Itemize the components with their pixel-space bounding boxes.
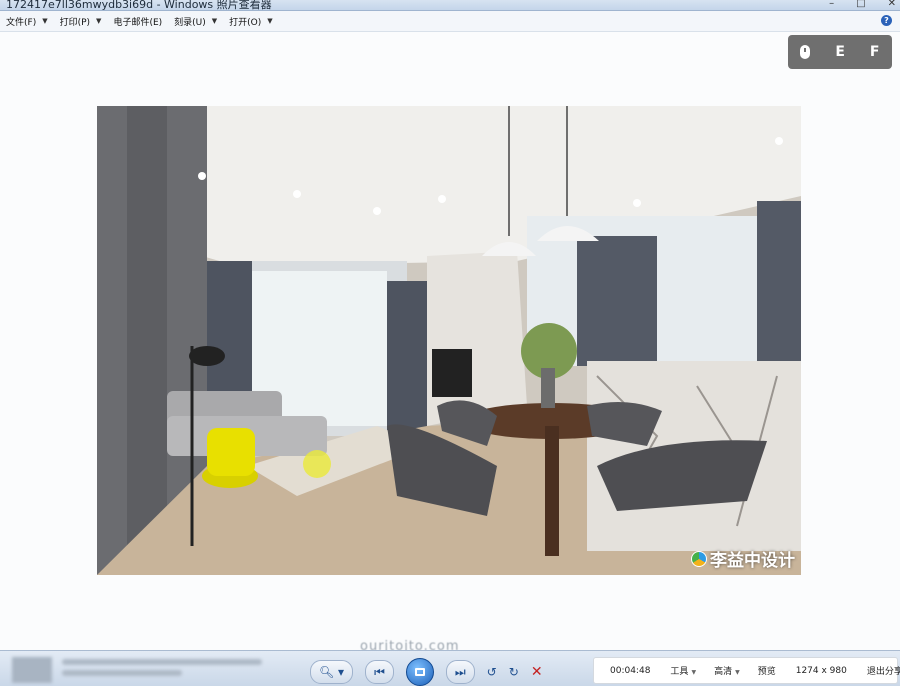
zoom-icon: 🔍︎ ▾ xyxy=(319,665,345,679)
designer-logo-icon xyxy=(691,550,707,567)
rotate-right-icon: ↻ xyxy=(508,665,519,679)
key-f: F xyxy=(869,44,880,60)
menu-open-label: 打开(O) xyxy=(229,17,262,28)
quality-label: 高清 xyxy=(714,667,733,677)
chevron-down-icon: ▼ xyxy=(42,17,48,25)
blurred-info-text xyxy=(62,659,272,681)
rotate-left-icon: ↺ xyxy=(486,665,497,679)
delete-button[interactable]: ✕ xyxy=(531,661,543,683)
menu-open[interactable]: 打开(O) ▼ xyxy=(223,11,279,31)
title-bar: 172417e7ll36mwydb3i69d - Windows 照片查看器 –… xyxy=(0,0,900,11)
chevron-down-icon: ▼ xyxy=(691,669,697,676)
preview-button[interactable]: 预览 xyxy=(758,664,776,677)
resolution-text: 1274 x 980 xyxy=(795,665,847,676)
photo-viewer-window: 172417e7ll36mwydb3i69d - Windows 照片查看器 –… xyxy=(0,0,900,686)
chevron-down-icon: ▼ xyxy=(735,669,740,676)
previous-button[interactable]: ⏮ xyxy=(365,660,394,684)
menu-burn[interactable]: 刻录(U) ▼ xyxy=(168,11,223,31)
menu-file-label: 文件(F) xyxy=(6,17,37,28)
key-overlay-widget: E F xyxy=(788,35,892,69)
delete-icon: ✕ xyxy=(530,664,543,680)
viewer-controls: 🔍︎ ▾ ⏮ ⏭ ↺ ↻ ✕ xyxy=(310,658,543,686)
slideshow-button[interactable] xyxy=(405,658,434,686)
menu-burn-label: 刻录(U) xyxy=(174,17,206,28)
interior-photo-illustration xyxy=(97,106,801,575)
help-icon[interactable]: ? xyxy=(881,15,892,26)
next-button[interactable]: ⏭ xyxy=(445,660,475,684)
blurred-thumbnail xyxy=(12,657,52,683)
skip-previous-icon: ⏮ xyxy=(374,664,385,679)
zoom-button[interactable]: 🔍︎ ▾ xyxy=(310,660,354,684)
tools-label: 工具 xyxy=(670,667,689,677)
screen-share-recorder: 00:04:48 工具 ▼ 高清 ▼ 预览 1274 x 980 退出分享 xyxy=(593,657,900,684)
menu-email[interactable]: 电子邮件(E) xyxy=(107,11,168,31)
key-e: E xyxy=(835,44,845,60)
menu-file[interactable]: 文件(F) ▼ xyxy=(0,11,54,31)
rotate-left-button[interactable]: ↺ xyxy=(487,661,497,683)
chevron-down-icon: ▼ xyxy=(267,17,273,25)
maximize-button[interactable]: □ xyxy=(856,0,865,10)
rotate-right-button[interactable]: ↻ xyxy=(509,661,519,683)
photo-watermark: 李益中设计 xyxy=(691,546,795,571)
exit-share-button[interactable]: 退出分享 xyxy=(867,664,900,677)
chevron-down-icon: ▼ xyxy=(211,17,218,25)
recording-time: 00:04:48 xyxy=(610,665,651,676)
quality-menu[interactable]: 高清 ▼ xyxy=(714,664,740,677)
menu-print[interactable]: 打印(P) ▼ xyxy=(54,11,108,31)
menu-email-label: 电子邮件(E) xyxy=(113,17,163,28)
menu-print-label: 打印(P) xyxy=(59,17,91,28)
menu-bar: 文件(F) ▼ 打印(P) ▼ 电子邮件(E) 刻录(U) ▼ 打开(O) ▼ … xyxy=(0,11,900,32)
slideshow-icon xyxy=(414,668,425,676)
main-photo[interactable]: 李益中设计 xyxy=(97,106,801,575)
window-controls: – □ ✕ xyxy=(829,0,896,10)
mouse-icon xyxy=(800,45,811,59)
tools-menu[interactable]: 工具 ▼ xyxy=(670,664,696,677)
minimize-button[interactable]: – xyxy=(829,0,834,10)
watermark-text: 李益中设计 xyxy=(710,551,795,571)
close-button[interactable]: ✕ xyxy=(888,0,896,10)
window-title: 172417e7ll36mwydb3i69d - Windows 照片查看器 xyxy=(6,0,272,11)
skip-next-icon: ⏭ xyxy=(454,664,466,679)
chevron-down-icon: ▼ xyxy=(96,17,102,25)
